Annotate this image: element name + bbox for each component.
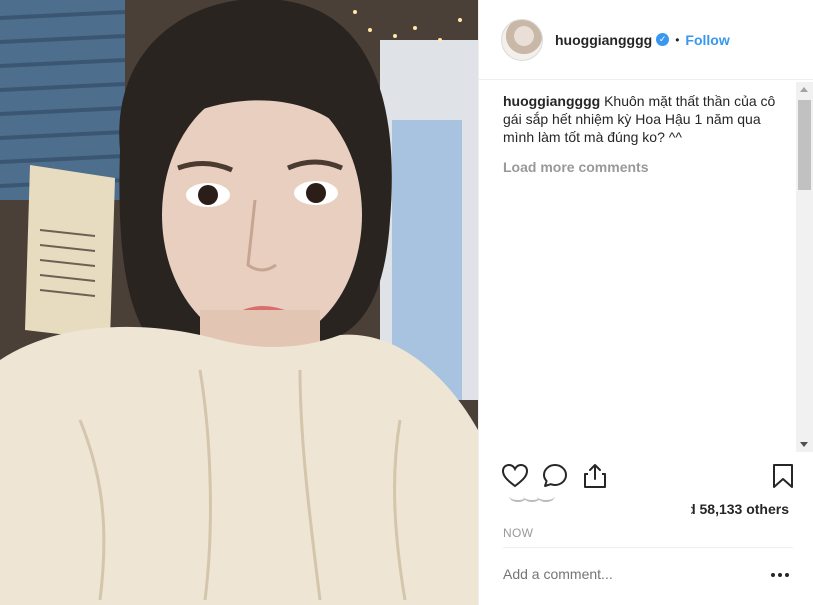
load-more-comments-button[interactable]: Load more comments xyxy=(503,158,795,176)
scroll-down-arrow-icon[interactable] xyxy=(800,442,808,447)
verified-badge-icon: ✓ xyxy=(656,33,670,46)
follow-button[interactable]: Follow xyxy=(685,32,729,48)
liked-by-row[interactable]: d 58,133 others xyxy=(501,490,797,518)
bookmark-icon[interactable] xyxy=(769,462,797,490)
post-header: huoggiangggg ✓ • Follow xyxy=(479,0,813,80)
post-timestamp[interactable]: NOW xyxy=(503,526,533,540)
caption: huoggiangggg Khuôn mặt thất thần của cô … xyxy=(503,92,795,146)
liked-avatar xyxy=(537,490,555,502)
avatar[interactable] xyxy=(501,18,543,61)
username-link[interactable]: huoggiangggg xyxy=(555,32,652,48)
heart-icon[interactable] xyxy=(501,462,529,490)
caption-username[interactable]: huoggiangggg xyxy=(503,93,600,109)
divider xyxy=(503,547,793,548)
selfie-illustration xyxy=(0,0,478,605)
share-icon[interactable] xyxy=(581,462,609,490)
scrollbar-thumb[interactable] xyxy=(798,100,811,190)
post-photo[interactable] xyxy=(0,0,478,605)
post-side-panel: huoggiangggg ✓ • Follow huoggiangggg Khu… xyxy=(478,0,813,605)
comments-section: huoggiangggg Khuôn mặt thất thần của cô … xyxy=(503,92,795,176)
scroll-up-arrow-icon[interactable] xyxy=(800,87,808,92)
comment-icon[interactable] xyxy=(541,462,569,490)
more-options-icon[interactable] xyxy=(770,566,790,584)
liked-avatars xyxy=(509,490,555,502)
separator-dot: • xyxy=(675,32,680,47)
add-comment-input[interactable] xyxy=(503,566,771,582)
action-bar xyxy=(501,460,797,492)
likes-count[interactable]: d 58,133 others xyxy=(691,501,789,517)
comments-scrollbar[interactable] xyxy=(796,82,813,452)
